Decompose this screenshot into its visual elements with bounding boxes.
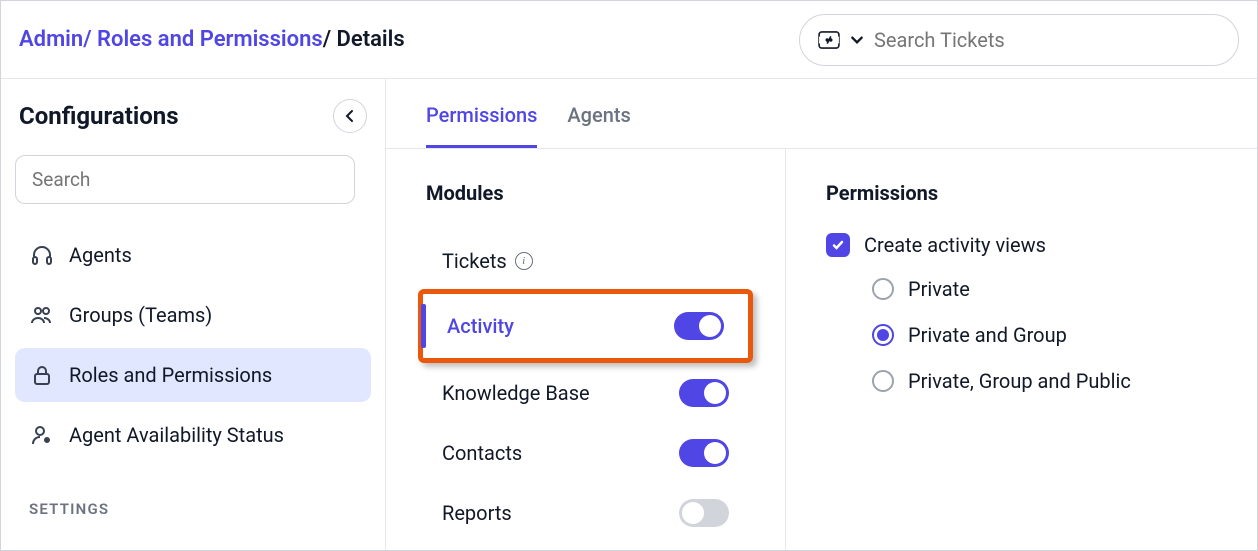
breadcrumb-admin[interactable]: Admin (19, 27, 83, 52)
sidebar-item-availability[interactable]: Agent Availability Status (15, 408, 371, 462)
radio-input[interactable] (872, 370, 894, 392)
radio-input[interactable] (872, 278, 894, 300)
tab-agents[interactable]: Agents (567, 103, 630, 148)
radio-private-group-public[interactable]: Private, Group and Public (872, 369, 1217, 393)
module-label: Activity (447, 314, 514, 338)
radio-label: Private (908, 277, 970, 301)
breadcrumb-sep2: / (323, 27, 337, 52)
sidebar: Configurations Agents (1, 79, 386, 550)
search-tickets-container[interactable] (799, 14, 1239, 66)
highlight-activity: Activity (418, 289, 753, 363)
module-item-activity[interactable]: Activity (423, 294, 748, 358)
modules-column: Modules Tickets i Activity (386, 149, 786, 550)
modules-heading: Modules (426, 181, 745, 205)
module-item-kb[interactable]: Knowledge Base (426, 363, 745, 423)
toggle-reports[interactable] (679, 499, 729, 527)
tabs: Permissions Agents (386, 79, 1257, 149)
module-label: Reports (442, 501, 512, 525)
radio-private[interactable]: Private (872, 277, 1217, 301)
module-label: Contacts (442, 441, 522, 465)
permissions-heading: Permissions (826, 181, 1217, 205)
user-status-icon (29, 422, 55, 448)
sidebar-item-label: Roles and Permissions (69, 363, 272, 387)
checkmark-icon (831, 238, 845, 252)
module-item-tickets[interactable]: Tickets i (426, 233, 745, 289)
module-item-reports[interactable]: Reports (426, 483, 745, 543)
chevron-down-icon[interactable] (850, 33, 864, 47)
sidebar-item-label: Agents (69, 243, 132, 267)
breadcrumb-roles[interactable]: Roles and Permissions (97, 27, 323, 52)
main: Permissions Agents Modules Tickets i Act… (386, 79, 1257, 550)
sidebar-item-groups[interactable]: Groups (Teams) (15, 288, 371, 342)
radio-label: Private, Group and Public (908, 369, 1131, 393)
sidebar-search-input[interactable] (15, 155, 355, 204)
search-tickets-input[interactable] (874, 28, 1220, 52)
users-icon (29, 302, 55, 328)
module-label: Knowledge Base (442, 381, 590, 405)
sidebar-item-agents[interactable]: Agents (15, 228, 371, 282)
sidebar-item-roles[interactable]: Roles and Permissions (15, 348, 371, 402)
lock-icon (29, 362, 55, 388)
radio-private-group[interactable]: Private and Group (872, 323, 1217, 347)
tab-permissions[interactable]: Permissions (426, 103, 537, 148)
checkbox-create-views[interactable] (826, 233, 850, 257)
info-icon[interactable]: i (515, 252, 533, 270)
sidebar-item-label: Groups (Teams) (69, 303, 212, 327)
headphones-icon (29, 242, 55, 268)
radio-label: Private and Group (908, 323, 1067, 347)
ticket-icon (818, 31, 840, 49)
toggle-kb[interactable] (679, 379, 729, 407)
sidebar-item-label: Agent Availability Status (69, 423, 284, 447)
breadcrumb: Admin/ Roles and Permissions/ Details (19, 27, 405, 52)
collapse-button[interactable] (333, 99, 367, 133)
breadcrumb-sep: / (83, 27, 97, 52)
module-label: Tickets (442, 249, 507, 273)
toggle-activity[interactable] (674, 312, 724, 340)
permission-label: Create activity views (864, 233, 1046, 257)
settings-heading: SETTINGS (15, 500, 371, 518)
toggle-contacts[interactable] (679, 439, 729, 467)
sidebar-title: Configurations (19, 102, 179, 130)
module-item-contacts[interactable]: Contacts (426, 423, 745, 483)
permission-check-row[interactable]: Create activity views (826, 233, 1217, 257)
permissions-column: Permissions Create activity views Privat… (786, 149, 1257, 550)
radio-input[interactable] (872, 324, 894, 346)
breadcrumb-details: Details (337, 27, 405, 52)
radio-group: Private Private and Group Private, Group… (826, 277, 1217, 393)
chevron-left-icon (345, 109, 355, 123)
